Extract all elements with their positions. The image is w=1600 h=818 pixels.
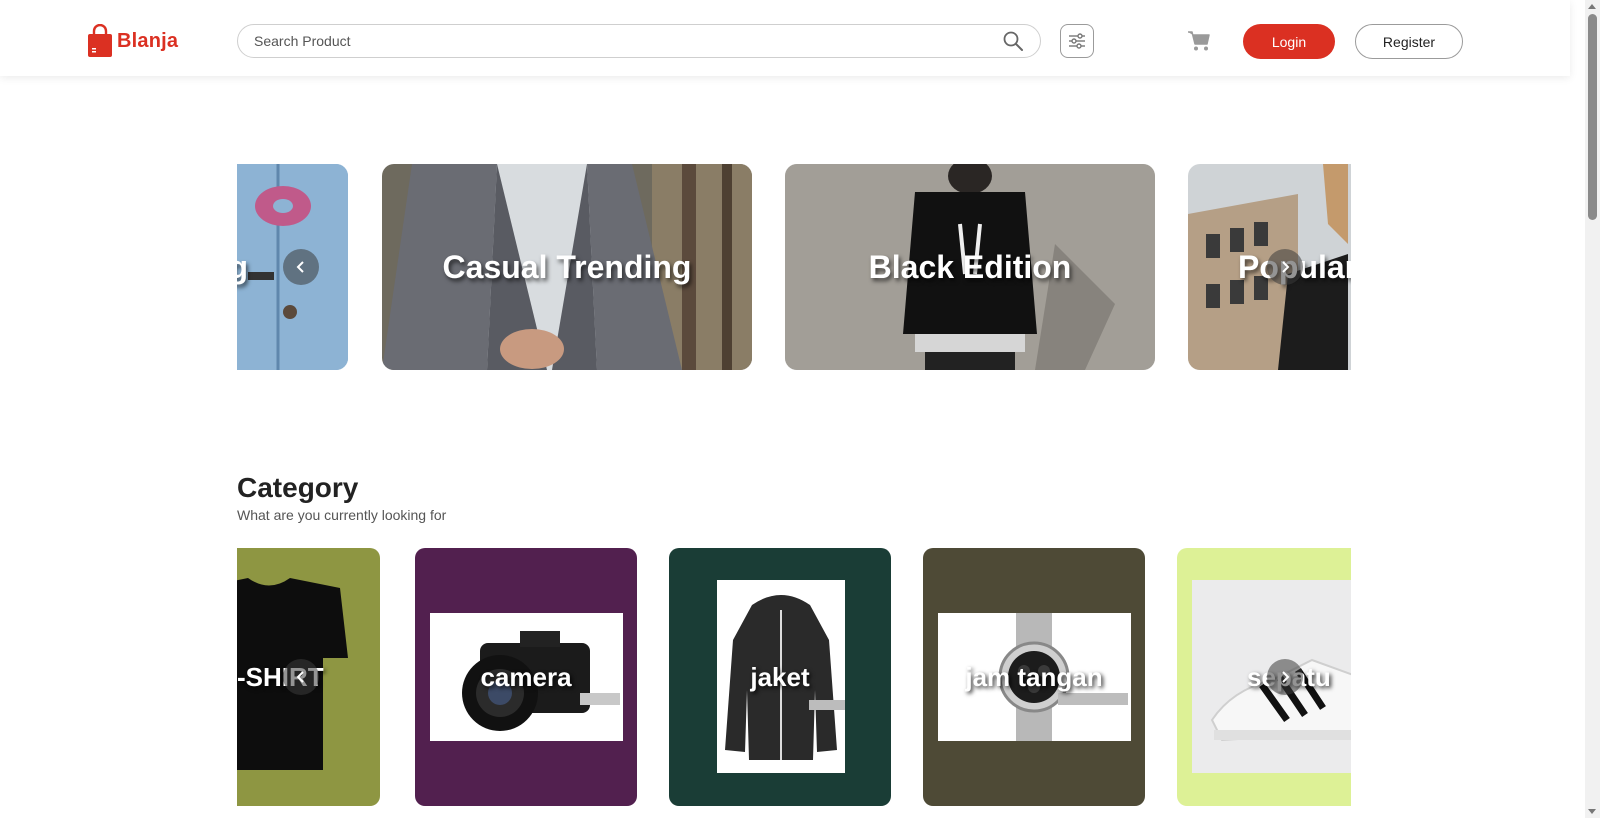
- chevron-left-icon: [296, 671, 304, 683]
- chevron-left-icon: [296, 261, 304, 273]
- banner-black-edition[interactable]: Black Edition: [785, 164, 1155, 370]
- category-title: Category: [237, 472, 359, 503]
- banner-carousel: Trending Casual Trending Black Edition: [237, 164, 1351, 370]
- filter-button[interactable]: [1060, 24, 1094, 58]
- scroll-down-icon[interactable]: [1588, 809, 1596, 814]
- register-button[interactable]: Register: [1355, 24, 1463, 59]
- category-sepatu[interactable]: sepatu: [1177, 548, 1351, 806]
- category-subtitle: What are you currently looking for: [237, 507, 447, 523]
- scroll-up-icon[interactable]: [1588, 4, 1596, 9]
- chevron-right-icon: [1282, 671, 1290, 683]
- banner-next-button[interactable]: [1267, 249, 1303, 285]
- category-jaket[interactable]: jaket: [669, 548, 891, 806]
- category-label: jaket: [750, 661, 810, 692]
- banner-casual-trending[interactable]: Casual Trending: [382, 164, 752, 370]
- category-label: camera: [480, 661, 572, 692]
- cart-icon[interactable]: [1187, 30, 1211, 52]
- banner-prev-button[interactable]: [283, 249, 319, 285]
- category-carousel: -SHIRT camera jaket jam tangan: [237, 548, 1351, 806]
- search-bar: [237, 24, 1041, 58]
- login-button[interactable]: Login: [1243, 24, 1335, 59]
- category-label: jam tangan: [965, 661, 1103, 692]
- chevron-right-icon: [1282, 261, 1290, 273]
- category-prev-button[interactable]: [283, 659, 319, 695]
- brand-logo[interactable]: Blanja: [87, 24, 178, 58]
- scroll-thumb[interactable]: [1588, 14, 1597, 220]
- banner-title: Black Edition: [868, 248, 1072, 285]
- navbar: Blanja Login Register: [0, 0, 1570, 76]
- category-camera[interactable]: camera: [415, 548, 637, 806]
- shopping-bag-icon: [88, 24, 112, 57]
- filter-icon: [1069, 33, 1085, 49]
- brand-name: Blanja: [117, 29, 179, 52]
- search-input[interactable]: [254, 33, 1002, 49]
- search-icon[interactable]: [1002, 30, 1024, 52]
- page-scrollbar[interactable]: [1585, 0, 1600, 818]
- banner-title: Casual Trending: [442, 248, 692, 285]
- category-label: sepatu: [1177, 548, 1351, 806]
- category-jam-tangan[interactable]: jam tangan: [923, 548, 1145, 806]
- category-next-button[interactable]: [1267, 659, 1303, 695]
